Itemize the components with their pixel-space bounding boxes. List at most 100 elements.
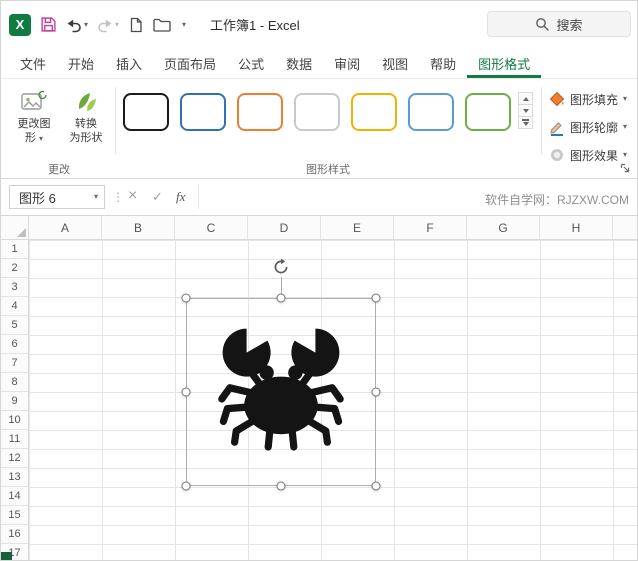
formula-bar: 图形 6 ▾ ⋮ × ✓ fx 软件自学网：RJZXW.COM bbox=[1, 179, 637, 216]
selection-handle-middle-left[interactable] bbox=[181, 387, 191, 397]
chevron-down-icon: ▾ bbox=[623, 122, 628, 131]
crab-shape[interactable] bbox=[201, 311, 361, 471]
dialog-launcher-icon[interactable] bbox=[619, 161, 633, 175]
ribbon-tab[interactable]: 数据 bbox=[275, 48, 323, 78]
document-title: 工作簿1 - Excel bbox=[210, 18, 300, 33]
row-header[interactable]: 14 bbox=[1, 487, 28, 506]
selection-handle-bottom-right[interactable] bbox=[371, 481, 381, 491]
shape-style-swatch[interactable] bbox=[237, 93, 283, 131]
shape-outline-label: 图形轮廓 bbox=[570, 120, 619, 135]
sheet-corner-accent bbox=[1, 552, 12, 560]
shape-effects-button[interactable]: 图形效果 ▾ bbox=[549, 145, 627, 165]
redo-button[interactable]: ▾ bbox=[97, 12, 119, 38]
shape-outline-icon bbox=[550, 121, 563, 136]
row-header[interactable]: 12 bbox=[1, 449, 28, 468]
convert-to-shape-icon bbox=[73, 85, 99, 117]
chevron-down-icon: ▾ bbox=[93, 192, 98, 201]
row-header[interactable]: 2 bbox=[1, 259, 28, 278]
ribbon-tab[interactable]: 文件 bbox=[9, 48, 57, 78]
shape-fill-icon bbox=[549, 91, 565, 107]
rotate-handle-connector bbox=[281, 277, 282, 295]
select-all-button[interactable] bbox=[1, 216, 29, 239]
column-header[interactable]: C bbox=[175, 216, 248, 239]
row-header[interactable]: 3 bbox=[1, 278, 28, 297]
row-header-column: 1 2 3 4 5 6 7 8 9 10 11 12 13 14 15 16 17 bbox=[1, 240, 29, 560]
row-header[interactable]: 16 bbox=[1, 525, 28, 544]
excel-app-icon[interactable]: X bbox=[9, 13, 31, 36]
group-divider bbox=[115, 87, 116, 154]
row-header[interactable]: 5 bbox=[1, 316, 28, 335]
ribbon-tab[interactable]: 公式 bbox=[227, 48, 275, 78]
ribbon-tab[interactable]: 图形格式 bbox=[467, 48, 541, 78]
save-button[interactable] bbox=[40, 12, 57, 38]
shape-effects-icon bbox=[551, 149, 563, 161]
undo-button[interactable]: ▾ bbox=[66, 12, 88, 38]
open-folder-icon bbox=[153, 18, 171, 32]
new-file-button[interactable] bbox=[128, 12, 144, 38]
name-box[interactable]: 图形 6 ▾ bbox=[9, 185, 105, 209]
change-shape-button[interactable]: 更改图 形 ▾ bbox=[9, 85, 59, 157]
rotate-handle-icon[interactable] bbox=[272, 258, 290, 276]
column-header[interactable]: E bbox=[321, 216, 394, 239]
selection-handle-top-left[interactable] bbox=[181, 293, 191, 303]
ribbon-tab[interactable]: 开始 bbox=[57, 48, 105, 78]
row-header[interactable]: 9 bbox=[1, 392, 28, 411]
row-header[interactable]: 4 bbox=[1, 297, 28, 316]
shape-style-swatch[interactable] bbox=[465, 93, 511, 131]
selection-handle-bottom-center[interactable] bbox=[276, 481, 286, 491]
insert-function-icon[interactable]: fx bbox=[176, 189, 185, 205]
new-file-icon bbox=[130, 17, 142, 32]
shape-style-swatch[interactable] bbox=[123, 93, 169, 131]
shape-style-swatch[interactable] bbox=[351, 93, 397, 131]
enter-icon[interactable]: ✓ bbox=[152, 189, 163, 205]
column-header[interactable]: A bbox=[29, 216, 102, 239]
column-header[interactable]: B bbox=[102, 216, 175, 239]
column-header[interactable]: D bbox=[248, 216, 321, 239]
shape-outline-button[interactable]: 图形轮廓 ▾ bbox=[549, 117, 627, 137]
ribbon-tab[interactable]: 插入 bbox=[105, 48, 153, 78]
undo-icon bbox=[67, 19, 81, 32]
gallery-more-button[interactable] bbox=[518, 116, 533, 129]
change-shape-icon bbox=[21, 85, 47, 117]
row-header[interactable]: 11 bbox=[1, 430, 28, 449]
shape-style-swatch[interactable] bbox=[180, 93, 226, 131]
watermark-text: 软件自学网：RJZXW.COM bbox=[485, 193, 629, 207]
ribbon-tab[interactable]: 帮助 bbox=[419, 48, 467, 78]
chevron-down-icon: ▾ bbox=[623, 94, 628, 103]
search-box[interactable]: 搜索 bbox=[487, 11, 631, 37]
row-header[interactable]: 15 bbox=[1, 506, 28, 525]
group-label-shape-styles: 图形样式 bbox=[306, 164, 350, 176]
change-shape-label-line2: 形 bbox=[24, 132, 36, 144]
convert-to-shape-button[interactable]: 转换 为形状 bbox=[61, 85, 111, 157]
row-header[interactable]: 10 bbox=[1, 411, 28, 430]
cancel-icon[interactable]: × bbox=[128, 187, 137, 205]
shape-style-swatch[interactable] bbox=[294, 93, 340, 131]
column-header-filler bbox=[613, 216, 637, 239]
shape-fill-button[interactable]: 图形填充 ▾ bbox=[549, 89, 627, 109]
shape-style-swatch[interactable] bbox=[408, 93, 454, 131]
ribbon-tab-bar: 文件 开始 插入 页面布局 公式 数据 审阅 视图 帮助 图形格式 bbox=[1, 48, 637, 79]
chevron-down-icon: ▾ bbox=[84, 19, 89, 29]
row-header[interactable]: 7 bbox=[1, 354, 28, 373]
ribbon-tab[interactable]: 视图 bbox=[371, 48, 419, 78]
selection-handle-top-center[interactable] bbox=[276, 293, 286, 303]
selection-handle-middle-right[interactable] bbox=[371, 387, 381, 397]
namebox-splitter[interactable]: ⋮ bbox=[112, 190, 124, 204]
selection-handle-top-right[interactable] bbox=[371, 293, 381, 303]
row-header[interactable]: 6 bbox=[1, 335, 28, 354]
column-header[interactable]: F bbox=[394, 216, 467, 239]
selection-handle-bottom-left[interactable] bbox=[181, 481, 191, 491]
open-folder-button[interactable] bbox=[153, 12, 171, 38]
chevron-down-icon: ▾ bbox=[115, 19, 120, 29]
row-header[interactable]: 13 bbox=[1, 468, 28, 487]
quick-access-overflow-button[interactable]: ▾ bbox=[180, 12, 186, 38]
shape-effects-label: 图形效果 bbox=[570, 148, 619, 163]
row-header[interactable]: 1 bbox=[1, 240, 28, 259]
column-header[interactable]: H bbox=[540, 216, 613, 239]
column-header[interactable]: G bbox=[467, 216, 540, 239]
ribbon-tab[interactable]: 页面布局 bbox=[153, 48, 227, 78]
ribbon: 更改图 形 ▾ 转换 为形状 更改 图形样式 图形填充 ▾ 图形轮廓 ▾ 图形效… bbox=[1, 79, 637, 179]
ribbon-tab[interactable]: 审阅 bbox=[323, 48, 371, 78]
redo-icon bbox=[98, 19, 112, 32]
row-header[interactable]: 8 bbox=[1, 373, 28, 392]
